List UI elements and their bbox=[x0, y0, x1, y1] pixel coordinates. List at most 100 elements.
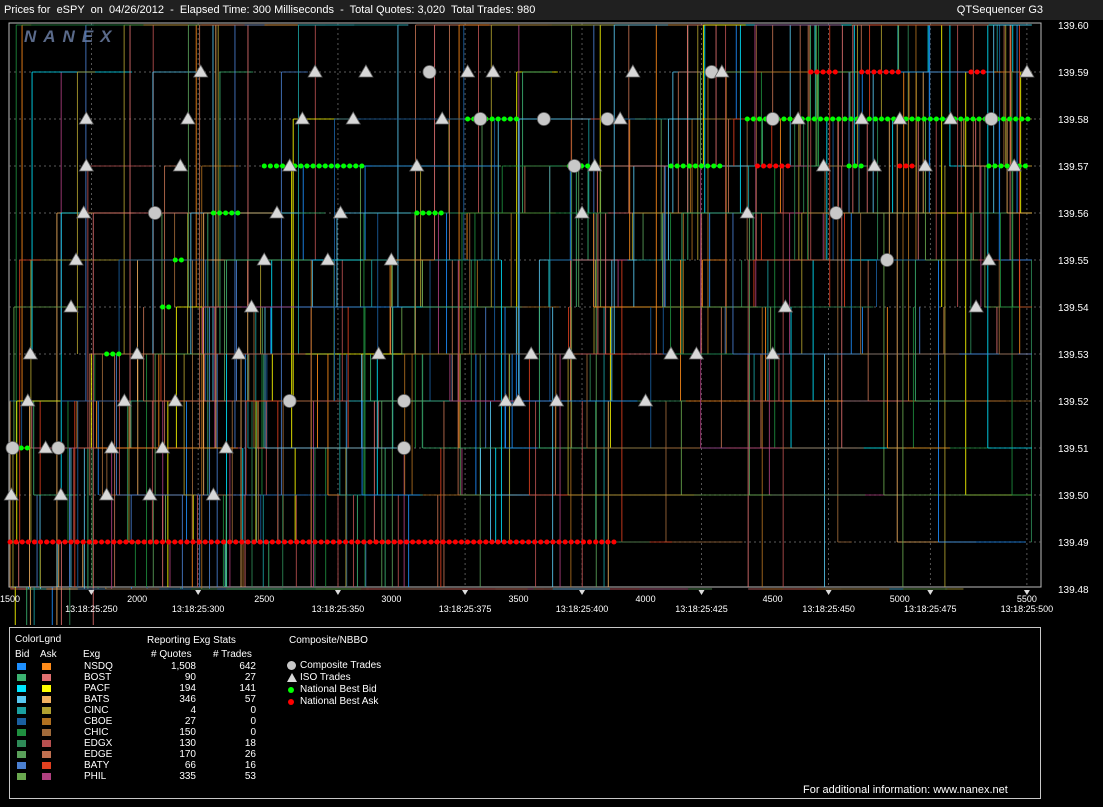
y-tick-label: 139.56 bbox=[1058, 209, 1089, 220]
x-time-tick-label: 13:18:25:425 bbox=[675, 604, 728, 614]
time-tick-marker bbox=[927, 590, 934, 595]
bid-swatch bbox=[17, 685, 26, 692]
quote-count: 335 bbox=[179, 771, 196, 782]
legend-panel: ColorLgnd Bid Ask Exg Reporting Exg Stat… bbox=[9, 627, 1041, 799]
nbbo-dot-icon bbox=[288, 699, 294, 705]
exchange-name: PHIL bbox=[84, 771, 107, 782]
exchange-name: EDGX bbox=[84, 738, 113, 749]
price-chart: NANEX 139.60 139.59 139.58 139.57 139.56 139.… bbox=[0, 21, 1089, 625]
x-time-tick-label: 13:18:25:500 bbox=[1001, 604, 1054, 614]
quote-count: 170 bbox=[179, 749, 196, 760]
composite-legend-label: Composite Trades bbox=[300, 660, 382, 671]
y-tick-label: 139.58 bbox=[1058, 115, 1089, 126]
time-tick-marker bbox=[334, 590, 341, 595]
stats-title: Reporting Exg Stats bbox=[147, 635, 236, 646]
x-seq-tick-label: 2500 bbox=[254, 594, 274, 604]
ask-swatch bbox=[42, 674, 51, 681]
x-seq-tick-label: 4000 bbox=[636, 594, 656, 604]
y-tick-label: 139.49 bbox=[1058, 538, 1089, 549]
y-tick-label: 139.57 bbox=[1058, 162, 1089, 173]
y-tick-label: 139.51 bbox=[1058, 444, 1089, 455]
composite-legend-label: National Best Ask bbox=[300, 696, 379, 707]
y-tick-label: 139.54 bbox=[1058, 303, 1089, 314]
bid-swatch bbox=[17, 696, 26, 703]
ask-swatch bbox=[42, 707, 51, 714]
exchange-name: BATY bbox=[84, 760, 110, 771]
composite-trade-marker bbox=[984, 112, 999, 126]
app-name: QTSequencer G3 bbox=[956, 4, 1043, 16]
composite-trade-marker bbox=[880, 253, 894, 267]
exchange-name: BATS bbox=[84, 694, 110, 705]
y-tick-label: 139.52 bbox=[1058, 397, 1089, 408]
trade-count: 0 bbox=[250, 727, 256, 738]
quote-count: 66 bbox=[184, 760, 196, 771]
bid-swatch bbox=[17, 718, 26, 725]
x-seq-tick-label: 5500 bbox=[1017, 594, 1037, 604]
nbbo-dot-icon bbox=[288, 687, 294, 693]
time-tick-marker bbox=[698, 590, 705, 595]
y-tick-label: 139.48 bbox=[1058, 585, 1089, 596]
exchange-name: CBOE bbox=[84, 716, 113, 727]
x-time-tick-label: 13:18:25:250 bbox=[65, 604, 118, 614]
y-tick-label: 139.53 bbox=[1058, 350, 1089, 361]
x-seq-tick-label: 3000 bbox=[381, 594, 401, 604]
x-seq-tick-label: 2000 bbox=[127, 594, 147, 604]
composite-trade-marker bbox=[567, 159, 582, 173]
trade-count: 27 bbox=[244, 672, 256, 683]
composite-legend-label: National Best Bid bbox=[300, 684, 377, 695]
trade-count: 53 bbox=[244, 771, 256, 782]
bid-swatch bbox=[17, 740, 26, 747]
bid-header: Bid bbox=[15, 649, 30, 660]
trade-count: 26 bbox=[244, 749, 256, 760]
bid-swatch bbox=[17, 762, 26, 769]
footer-info: For additional information: www.nanex.ne… bbox=[803, 784, 1008, 796]
bid-swatch bbox=[17, 663, 26, 670]
x-seq-tick-label: 5000 bbox=[890, 594, 910, 604]
quotes-header: # Quotes bbox=[151, 649, 192, 660]
x-time-tick-label: 13:18:25:375 bbox=[439, 604, 492, 614]
x-seq-tick-label: 3500 bbox=[508, 594, 528, 604]
composite-trade-marker bbox=[829, 206, 844, 220]
composite-trade-marker bbox=[765, 112, 780, 126]
bid-swatch bbox=[17, 674, 26, 681]
time-tick-marker bbox=[579, 590, 586, 595]
nanex-logo: NANEX bbox=[24, 27, 119, 46]
exchange-name: PACF bbox=[84, 683, 110, 694]
composite-trade-marker bbox=[397, 394, 411, 408]
time-tick-marker bbox=[195, 590, 202, 595]
bid-swatch bbox=[17, 751, 26, 758]
ask-swatch bbox=[42, 696, 51, 703]
bid-swatch bbox=[17, 773, 26, 780]
x-seq-tick-label: 1500 bbox=[0, 594, 20, 604]
ask-header: Ask bbox=[40, 649, 57, 660]
exchange-name: EDGE bbox=[84, 749, 113, 760]
composite-trade-marker bbox=[5, 441, 20, 455]
x-time-tick-label: 13:18:25:400 bbox=[556, 604, 609, 614]
bid-swatch bbox=[17, 729, 26, 736]
x-time-tick-label: 13:18:25:300 bbox=[172, 604, 225, 614]
exchange-name: CHIC bbox=[84, 727, 109, 738]
exchange-name: BOST bbox=[84, 672, 112, 683]
ask-swatch bbox=[42, 729, 51, 736]
quote-count: 130 bbox=[179, 738, 196, 749]
y-tick-label: 139.50 bbox=[1058, 491, 1089, 502]
composite-title: Composite/NBBO bbox=[289, 635, 368, 646]
trade-count: 57 bbox=[244, 694, 256, 705]
x-time-tick-label: 13:18:25:450 bbox=[802, 604, 855, 614]
exchange-name: NSDQ bbox=[84, 661, 113, 672]
trades-header: # Trades bbox=[213, 649, 252, 660]
ask-swatch bbox=[42, 685, 51, 692]
composite-trade-marker bbox=[473, 112, 488, 126]
ask-swatch bbox=[42, 718, 51, 725]
x-time-tick-label: 13:18:25:350 bbox=[312, 604, 365, 614]
x-seq-tick-label: 4500 bbox=[763, 594, 783, 604]
composite-trade-marker bbox=[148, 206, 162, 220]
quote-count: 1,508 bbox=[170, 661, 196, 672]
ask-swatch bbox=[42, 773, 51, 780]
quote-count: 4 bbox=[190, 705, 196, 716]
title-bar: Prices for eSPY on 04/26/2012 - Elapsed … bbox=[0, 0, 1103, 20]
composite-trade-marker bbox=[282, 394, 297, 408]
composite-legend-label: ISO Trades bbox=[300, 672, 351, 683]
trade-count: 642 bbox=[239, 661, 256, 672]
trade-count: 141 bbox=[239, 683, 256, 694]
